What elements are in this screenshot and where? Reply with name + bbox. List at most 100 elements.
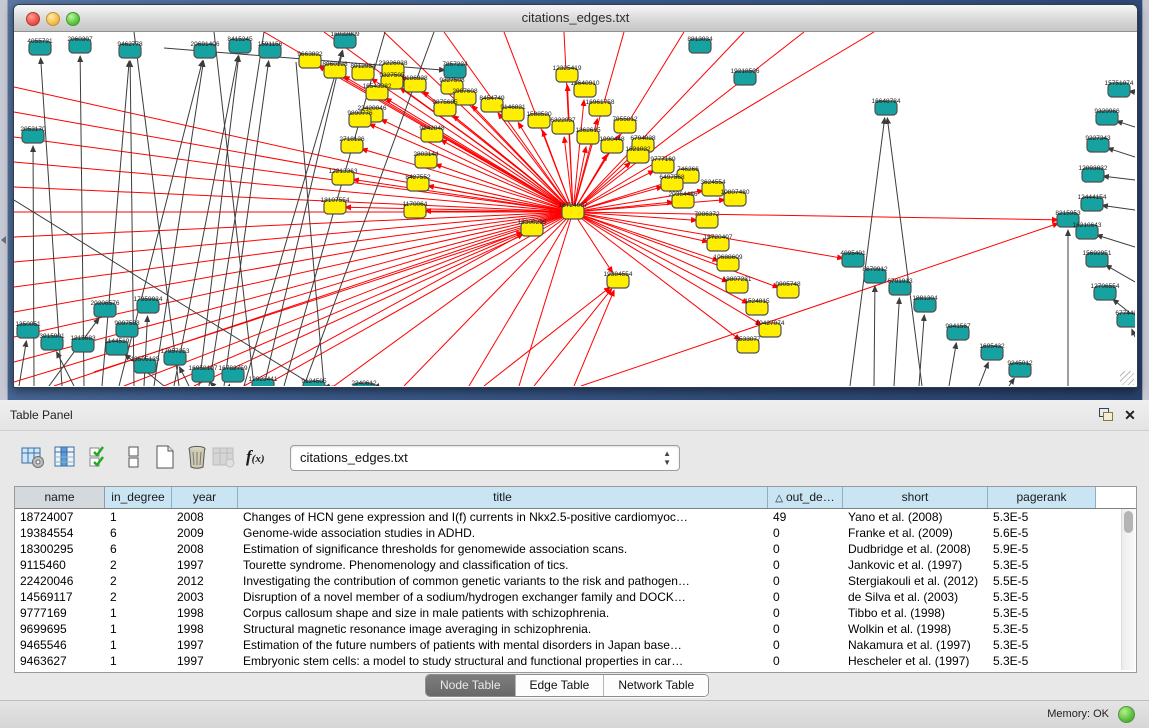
cell-out-de-[interactable]: 49 — [768, 509, 843, 525]
cell-short[interactable]: de Silva et al. (2003) — [843, 589, 988, 605]
cell-in-degree[interactable]: 1 — [105, 653, 172, 669]
cell-name[interactable]: 18724007 — [15, 509, 105, 525]
tab-edge-table[interactable]: Edge Table — [516, 675, 605, 696]
table-vertical-scrollbar[interactable] — [1121, 509, 1135, 670]
cell-name[interactable]: 9699695 — [15, 621, 105, 637]
network-canvas[interactable]: 4055721206030794627782069140684152451591… — [14, 32, 1135, 386]
citation-network-graph[interactable]: 4055721206030794627782069140684152451591… — [14, 32, 1135, 386]
cell-in-degree[interactable]: 2 — [105, 557, 172, 573]
cell-in-degree[interactable]: 6 — [105, 541, 172, 557]
cell-out-de-[interactable]: 0 — [768, 541, 843, 557]
cell-out-de-[interactable]: 0 — [768, 621, 843, 637]
cell-in-degree[interactable]: 6 — [105, 525, 172, 541]
cell-pagerank[interactable]: 5.3E-5 — [988, 653, 1096, 669]
cell-in-degree[interactable]: 1 — [105, 509, 172, 525]
cell-pagerank[interactable]: 5.9E-5 — [988, 541, 1096, 557]
import-table-icon[interactable] — [211, 444, 237, 470]
table-row[interactable]: 977716911998Corpus callosum shape and si… — [15, 605, 1136, 621]
network-window-titlebar[interactable]: citations_edges.txt — [14, 5, 1137, 32]
cell-title[interactable]: Embryonic stem cells: a model to study s… — [238, 653, 768, 669]
column-header-out-de-[interactable]: △out_de… — [768, 487, 843, 508]
cell-name[interactable]: 18300295 — [15, 541, 105, 557]
cell-out-de-[interactable]: 0 — [768, 573, 843, 589]
table-row[interactable]: 1830029562008Estimation of significance … — [15, 541, 1136, 557]
left-splitter[interactable] — [0, 0, 8, 400]
column-header-title[interactable]: title — [238, 487, 768, 508]
select-attributes-icon[interactable] — [87, 444, 113, 470]
table-row[interactable]: 969969511998Structural magnetic resonanc… — [15, 621, 1136, 637]
close-panel-icon[interactable]: ✕ — [1121, 407, 1139, 423]
cell-year[interactable]: 1998 — [172, 605, 238, 621]
cell-pagerank[interactable]: 5.5E-5 — [988, 573, 1096, 589]
cell-in-degree[interactable]: 1 — [105, 605, 172, 621]
cell-year[interactable]: 2003 — [172, 589, 238, 605]
cell-pagerank[interactable]: 5.3E-5 — [988, 621, 1096, 637]
table-row[interactable]: 946554611997Estimation of the future num… — [15, 637, 1136, 653]
cell-title[interactable]: Disruption of a novel member of a sodium… — [238, 589, 768, 605]
memory-status-led-icon[interactable] — [1118, 706, 1135, 723]
cell-name[interactable]: 9777169 — [15, 605, 105, 621]
network-window[interactable]: citations_edges.txt 40557212060307946277… — [13, 4, 1138, 388]
column-header-year[interactable]: year — [172, 487, 238, 508]
table-settings-icon[interactable] — [20, 444, 46, 470]
row-height-icon[interactable] — [122, 444, 148, 470]
table-select-combobox[interactable]: citations_edges.txt ▲▼ — [290, 445, 680, 471]
cell-short[interactable]: Yano et al. (2008) — [843, 509, 988, 525]
cell-in-degree[interactable]: 1 — [105, 637, 172, 653]
cell-name[interactable]: 14569117 — [15, 589, 105, 605]
cell-year[interactable]: 2008 — [172, 541, 238, 557]
cell-name[interactable]: 9465546 — [15, 637, 105, 653]
cell-pagerank[interactable]: 5.3E-5 — [988, 589, 1096, 605]
cell-pagerank[interactable]: 5.6E-5 — [988, 525, 1096, 541]
cell-pagerank[interactable]: 5.3E-5 — [988, 509, 1096, 525]
cell-out-de-[interactable]: 0 — [768, 605, 843, 621]
cell-title[interactable]: Corpus callosum shape and size in male p… — [238, 605, 768, 621]
show-column-icon[interactable] — [52, 444, 78, 470]
cell-pagerank[interactable]: 5.3E-5 — [988, 557, 1096, 573]
table-row[interactable]: 2242004622012Investigating the contribut… — [15, 573, 1136, 589]
cell-title[interactable]: Genome-wide association studies in ADHD. — [238, 525, 768, 541]
table-row[interactable]: 946362711997Embryonic stem cells: a mode… — [15, 653, 1136, 669]
resize-grip[interactable] — [1120, 371, 1134, 385]
cell-short[interactable]: Hescheler et al. (1997) — [843, 653, 988, 669]
cell-year[interactable]: 2008 — [172, 509, 238, 525]
cell-short[interactable]: Franke et al. (2009) — [843, 525, 988, 541]
cell-title[interactable]: Tourette syndrome. Phenomenology and cla… — [238, 557, 768, 573]
float-panel-icon[interactable] — [1097, 407, 1115, 423]
cell-short[interactable]: Tibbo et al. (1998) — [843, 605, 988, 621]
cell-short[interactable]: Jankovic et al. (1997) — [843, 557, 988, 573]
cell-name[interactable]: 9115460 — [15, 557, 105, 573]
cell-out-de-[interactable]: 0 — [768, 557, 843, 573]
cell-title[interactable]: Changes of HCN gene expression and I(f) … — [238, 509, 768, 525]
cell-pagerank[interactable]: 5.3E-5 — [988, 605, 1096, 621]
delete-table-icon[interactable] — [184, 444, 210, 470]
column-header-pagerank[interactable]: pagerank — [988, 487, 1096, 508]
table-row[interactable]: 1938455462009Genome-wide association stu… — [15, 525, 1136, 541]
cell-short[interactable]: Nakamura et al. (1997) — [843, 637, 988, 653]
right-splitter[interactable] — [1142, 0, 1149, 400]
cell-out-de-[interactable]: 0 — [768, 525, 843, 541]
cell-out-de-[interactable]: 0 — [768, 653, 843, 669]
scrollbar-thumb[interactable] — [1124, 511, 1133, 533]
cell-year[interactable]: 1997 — [172, 653, 238, 669]
cell-title[interactable]: Investigating the contribution of common… — [238, 573, 768, 589]
cell-title[interactable]: Structural magnetic resonance image aver… — [238, 621, 768, 637]
cell-in-degree[interactable]: 2 — [105, 589, 172, 605]
cell-short[interactable]: Wolkin et al. (1998) — [843, 621, 988, 637]
tab-node-table[interactable]: Node Table — [426, 675, 516, 696]
cell-short[interactable]: Dudbridge et al. (2008) — [843, 541, 988, 557]
column-header-in-degree[interactable]: in_degree — [105, 487, 172, 508]
tab-network-table[interactable]: Network Table — [604, 675, 708, 696]
cell-in-degree[interactable]: 2 — [105, 573, 172, 589]
cell-year[interactable]: 2009 — [172, 525, 238, 541]
table-row[interactable]: 1872400712008Changes of HCN gene express… — [15, 509, 1136, 525]
collapse-panel-arrow-icon[interactable] — [1, 236, 6, 244]
new-table-icon[interactable] — [152, 444, 178, 470]
cell-year[interactable]: 1997 — [172, 637, 238, 653]
cell-year[interactable]: 1998 — [172, 621, 238, 637]
cell-year[interactable]: 2012 — [172, 573, 238, 589]
cell-short[interactable]: Stergiakouli et al. (2012) — [843, 573, 988, 589]
column-header-short[interactable]: short — [843, 487, 988, 508]
cell-title[interactable]: Estimation of the future numbers of pati… — [238, 637, 768, 653]
function-builder-icon[interactable]: f(x) — [246, 444, 272, 470]
